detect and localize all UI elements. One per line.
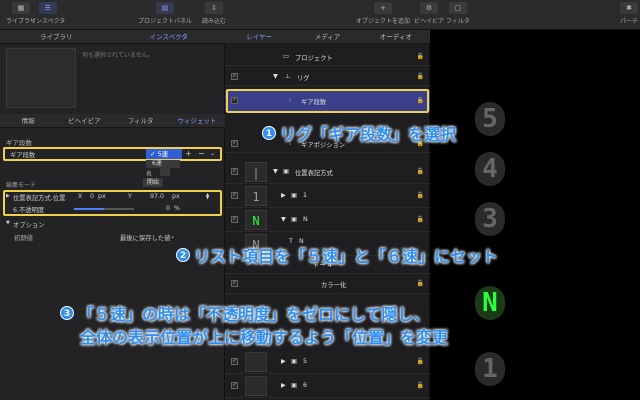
name-field[interactable] xyxy=(160,168,170,176)
lock-icon[interactable]: 🔓 xyxy=(417,53,424,60)
tab-info[interactable]: 情報 xyxy=(0,114,56,127)
rig-icon: ⊥ xyxy=(285,73,291,80)
options-row: ▼ オプション xyxy=(4,218,221,230)
lock-icon[interactable]: 🔓 xyxy=(417,358,424,365)
gear-digit-active: N xyxy=(475,286,505,320)
tab-audio[interactable]: オーディオ xyxy=(362,30,430,43)
tab-widget[interactable]: ウィジェット xyxy=(169,114,225,127)
tab-filter[interactable]: フィルタ xyxy=(113,114,169,127)
lock-icon[interactable]: 🔓 xyxy=(417,73,424,80)
lock-icon[interactable]: 🔓 xyxy=(417,192,424,199)
filter-button[interactable]: ▢ フィルタ xyxy=(446,2,470,25)
layer-checkbox[interactable]: ✓ xyxy=(231,73,238,80)
layer-row[interactable]: ▭ プロジェクト 🔓 xyxy=(225,48,430,66)
disclosure-triangle-icon[interactable]: ▼ xyxy=(273,73,278,80)
library-icon: ▦ xyxy=(12,2,30,14)
layer-row[interactable]: ✓ カラー化 🔓 xyxy=(225,274,430,294)
layer-row[interactable]: ✓ ▼ ⊥ リグ 🔓 xyxy=(225,68,430,86)
gear-digit: 5 xyxy=(475,102,505,136)
filter-icon: ▢ xyxy=(448,2,467,14)
options-label: オプション xyxy=(13,222,45,229)
layers-tabs: レイヤー メディア オーディオ xyxy=(225,30,430,44)
disclosure-triangle-icon[interactable]: ▼ xyxy=(273,168,278,175)
canvas-viewer[interactable]: 5 4 3 N 1 xyxy=(430,30,640,400)
name-button[interactable]: 名 xyxy=(146,169,152,178)
layer-row[interactable]: ✓ N ▼ ▣ N 🔓 xyxy=(225,208,430,232)
gear-digit: 4 xyxy=(475,152,505,186)
tab-layers[interactable]: レイヤー xyxy=(225,30,293,43)
import-icon: ⇩ xyxy=(205,2,223,14)
preview-thumbnail xyxy=(6,48,76,108)
layer-thumbnail xyxy=(245,376,267,396)
gear-icon: ⚙ xyxy=(420,2,438,14)
tab-media[interactable]: メディア xyxy=(293,30,361,43)
layer-checkbox[interactable]: ✓ xyxy=(231,280,238,287)
start-button[interactable]: 開始 xyxy=(143,178,163,187)
disclosure-triangle-icon[interactable]: ▶ xyxy=(281,192,286,199)
layer-checkbox[interactable]: ✓ xyxy=(231,140,238,147)
tab-library[interactable]: ライブラリ xyxy=(0,30,113,43)
popup-item-6[interactable]: 6速 xyxy=(146,160,180,168)
chevron-down-icon[interactable]: ⌄ xyxy=(170,233,175,240)
layer-checkbox[interactable]: ✓ xyxy=(231,358,238,365)
callout-3: 3 「５速」の時は「不透明度」をゼロにして隠し、 xyxy=(60,301,430,325)
group-icon: ▣ xyxy=(291,192,297,199)
layer-checkbox[interactable]: ✓ xyxy=(231,192,238,199)
initial-label: 初期値 xyxy=(14,235,33,242)
particle-button[interactable]: ✱ パーテ xyxy=(620,2,638,25)
layer-checkbox[interactable]: ✓ xyxy=(231,216,238,223)
highlight-gear-row xyxy=(3,147,222,161)
callout-2: 2 リスト項目を「５速」と「６速」にセット xyxy=(176,243,498,267)
plus-icon: + xyxy=(374,2,392,14)
top-toolbar: ▦ ライブラリ ☰ インスペクタ ▤ プロジェクトパネル ⇩ 読み込む + オブ… xyxy=(0,0,640,30)
layer-checkbox[interactable]: ✓ xyxy=(231,382,238,389)
inspector-button[interactable]: ☰ インスペクタ xyxy=(30,2,65,25)
edit-mode-label: 編集モード xyxy=(6,182,37,189)
document-icon: ▭ xyxy=(283,53,289,60)
group-icon: ▣ xyxy=(283,168,289,175)
group-icon: ▣ xyxy=(291,358,297,365)
lock-icon[interactable]: 🔓 xyxy=(417,382,424,389)
layer-thumbnail: N xyxy=(245,210,267,230)
group-icon: ▣ xyxy=(291,382,297,389)
disclosure-triangle-icon[interactable]: ▼ xyxy=(6,220,10,226)
lock-icon[interactable]: 🔓 xyxy=(417,216,424,223)
layer-checkbox[interactable]: ✓ xyxy=(231,168,238,175)
import-button[interactable]: ⇩ 読み込む xyxy=(202,2,226,25)
lock-icon[interactable]: 🔓 xyxy=(417,280,424,287)
gear-digit: 1 xyxy=(475,352,505,386)
disclosure-triangle-icon[interactable]: ▼ xyxy=(281,216,286,223)
layer-row[interactable]: ✓ ▶ ▣ 6 🔓 xyxy=(225,374,430,398)
gear-digit: 3 xyxy=(475,202,505,236)
layer-thumbnail: 1 xyxy=(245,186,267,206)
disclosure-triangle-icon[interactable]: ▶ xyxy=(281,382,286,389)
add-object-button[interactable]: + オブジェクトを追加 xyxy=(356,2,410,25)
project-panel-icon: ▤ xyxy=(156,2,174,14)
particle-icon: ✱ xyxy=(620,2,638,14)
inspector-icon: ☰ xyxy=(38,2,57,14)
highlight-param-rows xyxy=(3,190,222,216)
tab-inspector[interactable]: インスペクタ xyxy=(113,30,226,43)
initial-value-select[interactable]: 最後に保存した値 xyxy=(120,233,170,242)
tab-behavior[interactable]: ビヘイビア xyxy=(56,114,112,127)
project-panel-button[interactable]: ▤ プロジェクトパネル xyxy=(138,2,192,25)
preview-message: 何も選択されていません。 xyxy=(82,52,154,59)
callout-1: 1 リグ「ギア段数」を選択 xyxy=(262,121,456,145)
layer-row[interactable]: ✓ 1 ▶ ▣ 1 🔓 xyxy=(225,184,430,208)
callout-3-line2: 全体の表示位置が上に移動するよう「位置」を変更 xyxy=(80,328,449,347)
inspector-subtabs: 情報 ビヘイビア フィルタ ウィジェット xyxy=(0,114,225,128)
layer-row[interactable]: ✓ ▶ ▣ 5 🔓 xyxy=(225,350,430,374)
initial-value-row: 初期値 最後に保存した値 ⌄ xyxy=(4,231,221,243)
layer-thumbnail: | xyxy=(245,162,267,182)
lock-icon[interactable]: 🔓 xyxy=(417,168,424,175)
disclosure-triangle-icon[interactable]: ▶ xyxy=(281,358,286,365)
layer-row[interactable]: ✓ | ▼ ▣ 位置表記方式 🔓 xyxy=(225,160,430,184)
behavior-button[interactable]: ⚙ ビヘイビア xyxy=(414,2,444,25)
gear-section-title: ギア段数 xyxy=(6,139,32,147)
group-icon: ▣ xyxy=(291,216,297,223)
layer-thumbnail xyxy=(245,352,267,372)
left-tabs: ライブラリ インスペクタ xyxy=(0,30,225,44)
highlight-gear-layer xyxy=(226,89,429,113)
